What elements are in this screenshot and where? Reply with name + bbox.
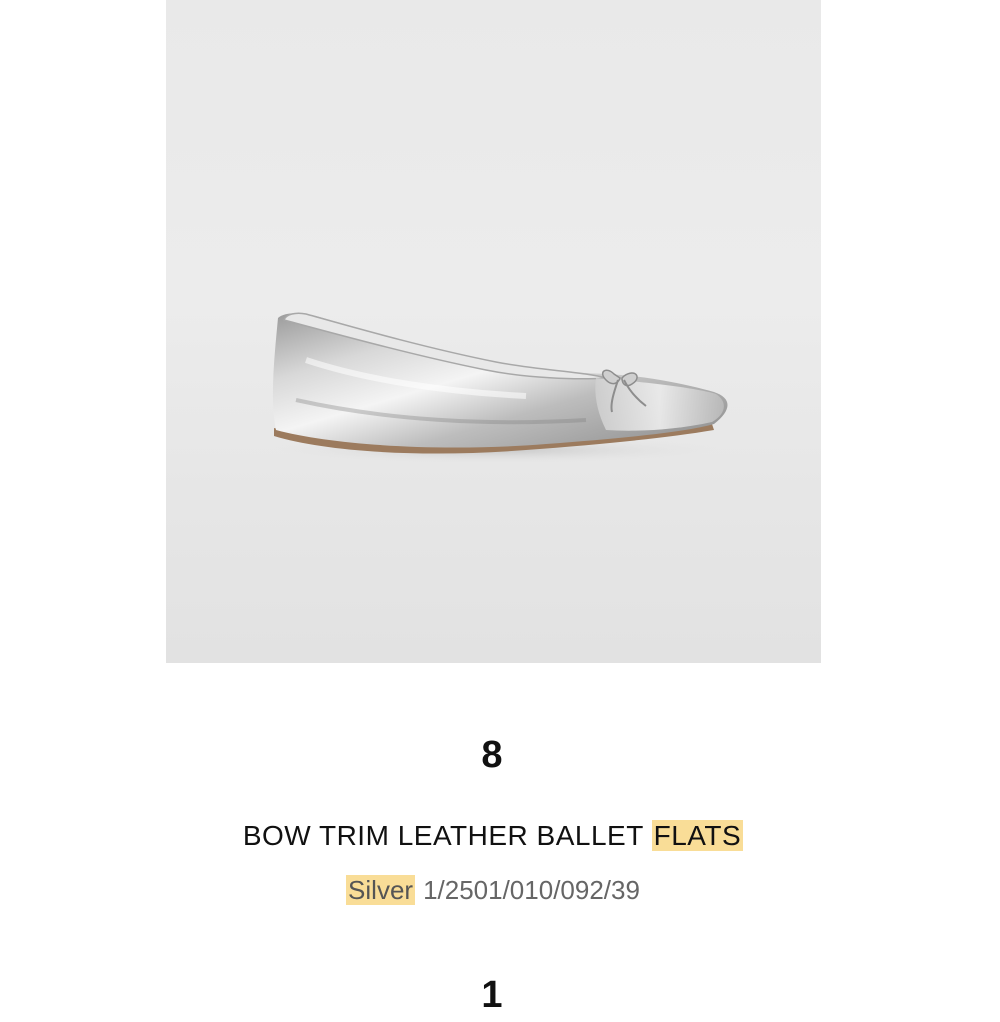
product-name-highlight: FLATS — [651, 820, 744, 851]
item-quantity: 8 — [481, 734, 503, 776]
product-image[interactable] — [166, 0, 821, 663]
product-meta: Silver 1/2501/010/092/39 — [0, 868, 986, 912]
product-color: Silver — [346, 875, 416, 905]
ballet-flat-shoe-icon — [266, 312, 728, 464]
product-name-main: BOW TRIM LEATHER BALLET — [242, 820, 652, 851]
next-item-quantity: 1 — [481, 974, 503, 1016]
product-name[interactable]: BOW TRIM LEATHER BALLET FLATS — [0, 814, 986, 858]
product-reference: 1/2501/010/092/39 — [423, 875, 640, 905]
